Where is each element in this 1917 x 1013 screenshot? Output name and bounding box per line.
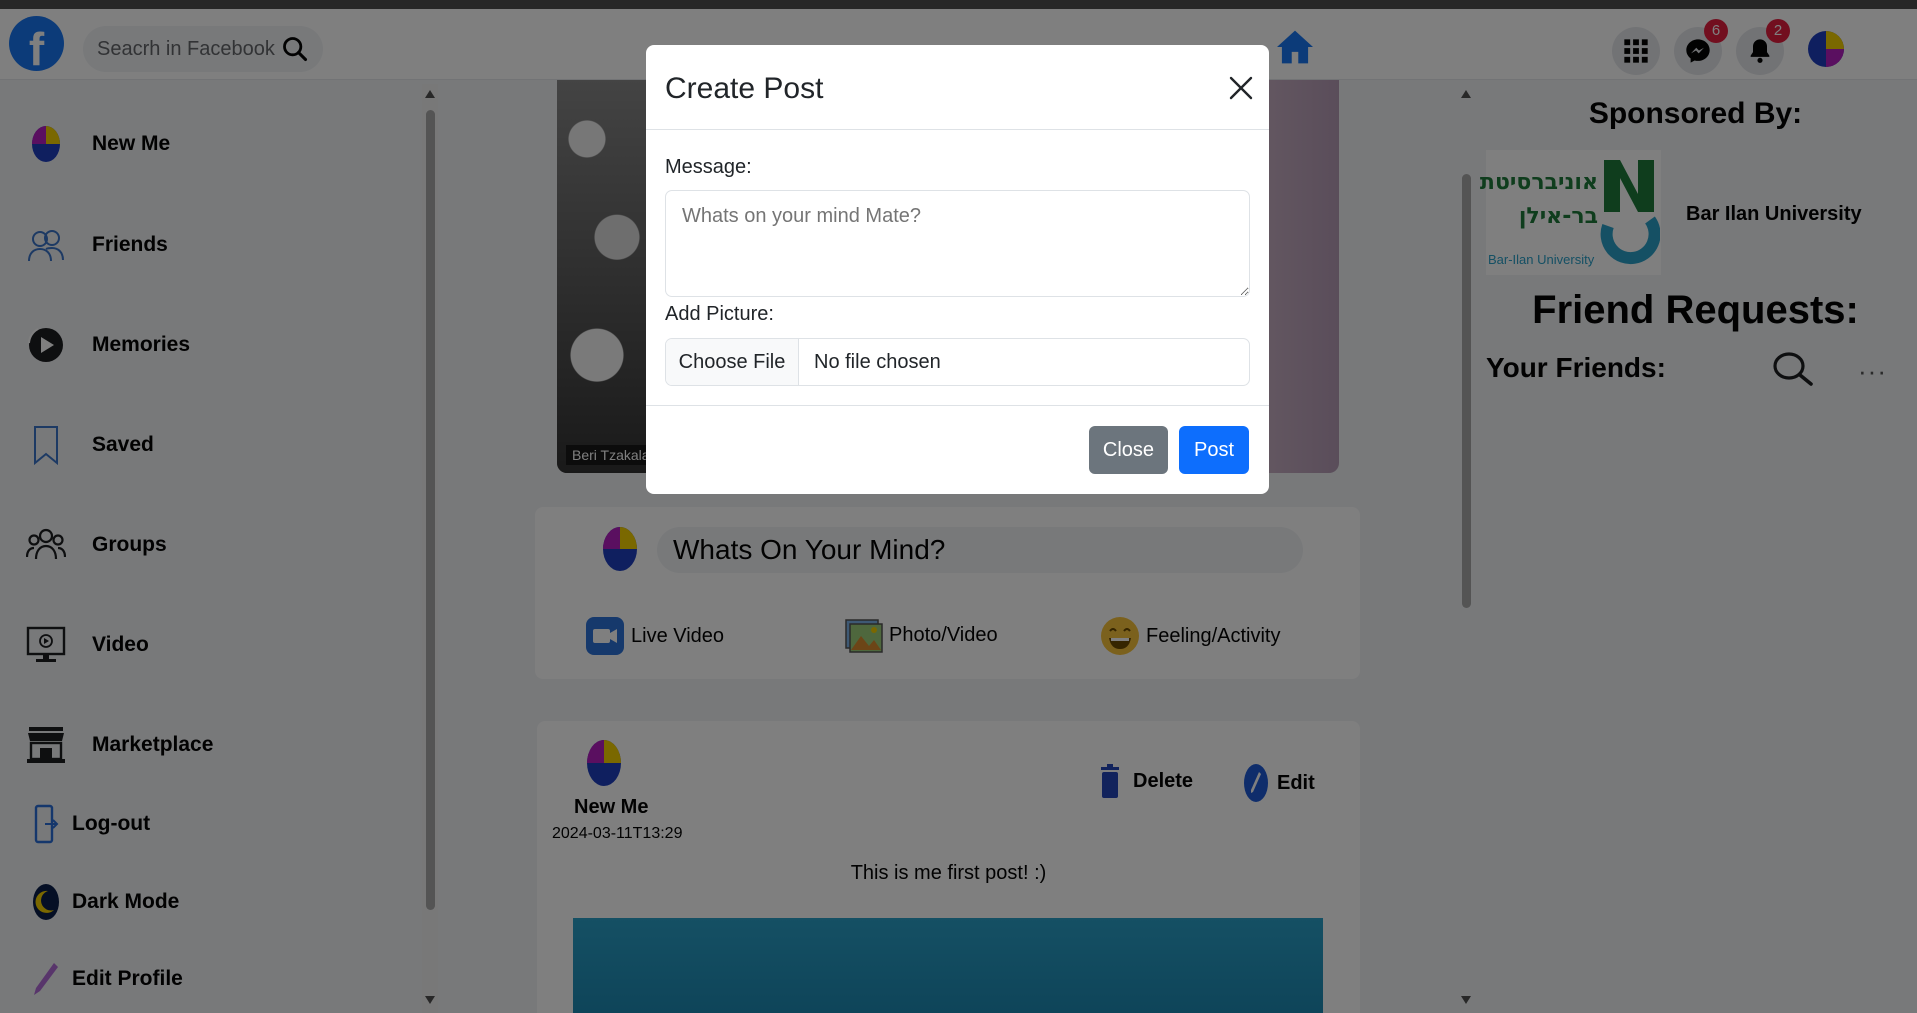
file-input[interactable]: Choose File No file chosen (665, 338, 1250, 386)
modal-title: Create Post (665, 72, 824, 105)
modal-header: Create Post (646, 45, 1269, 130)
create-post-modal: Create Post Message: Add Picture: Choose… (646, 45, 1269, 494)
message-label: Message: (665, 156, 752, 178)
modal-footer: Close Post (646, 405, 1269, 494)
file-status: No file chosen (814, 350, 941, 373)
message-textarea[interactable] (665, 190, 1250, 297)
close-button[interactable]: Close (1089, 426, 1168, 474)
add-picture-label: Add Picture: (665, 303, 774, 325)
choose-file-button[interactable]: Choose File (666, 339, 799, 385)
close-icon[interactable] (1226, 73, 1256, 103)
post-button[interactable]: Post (1179, 426, 1249, 474)
